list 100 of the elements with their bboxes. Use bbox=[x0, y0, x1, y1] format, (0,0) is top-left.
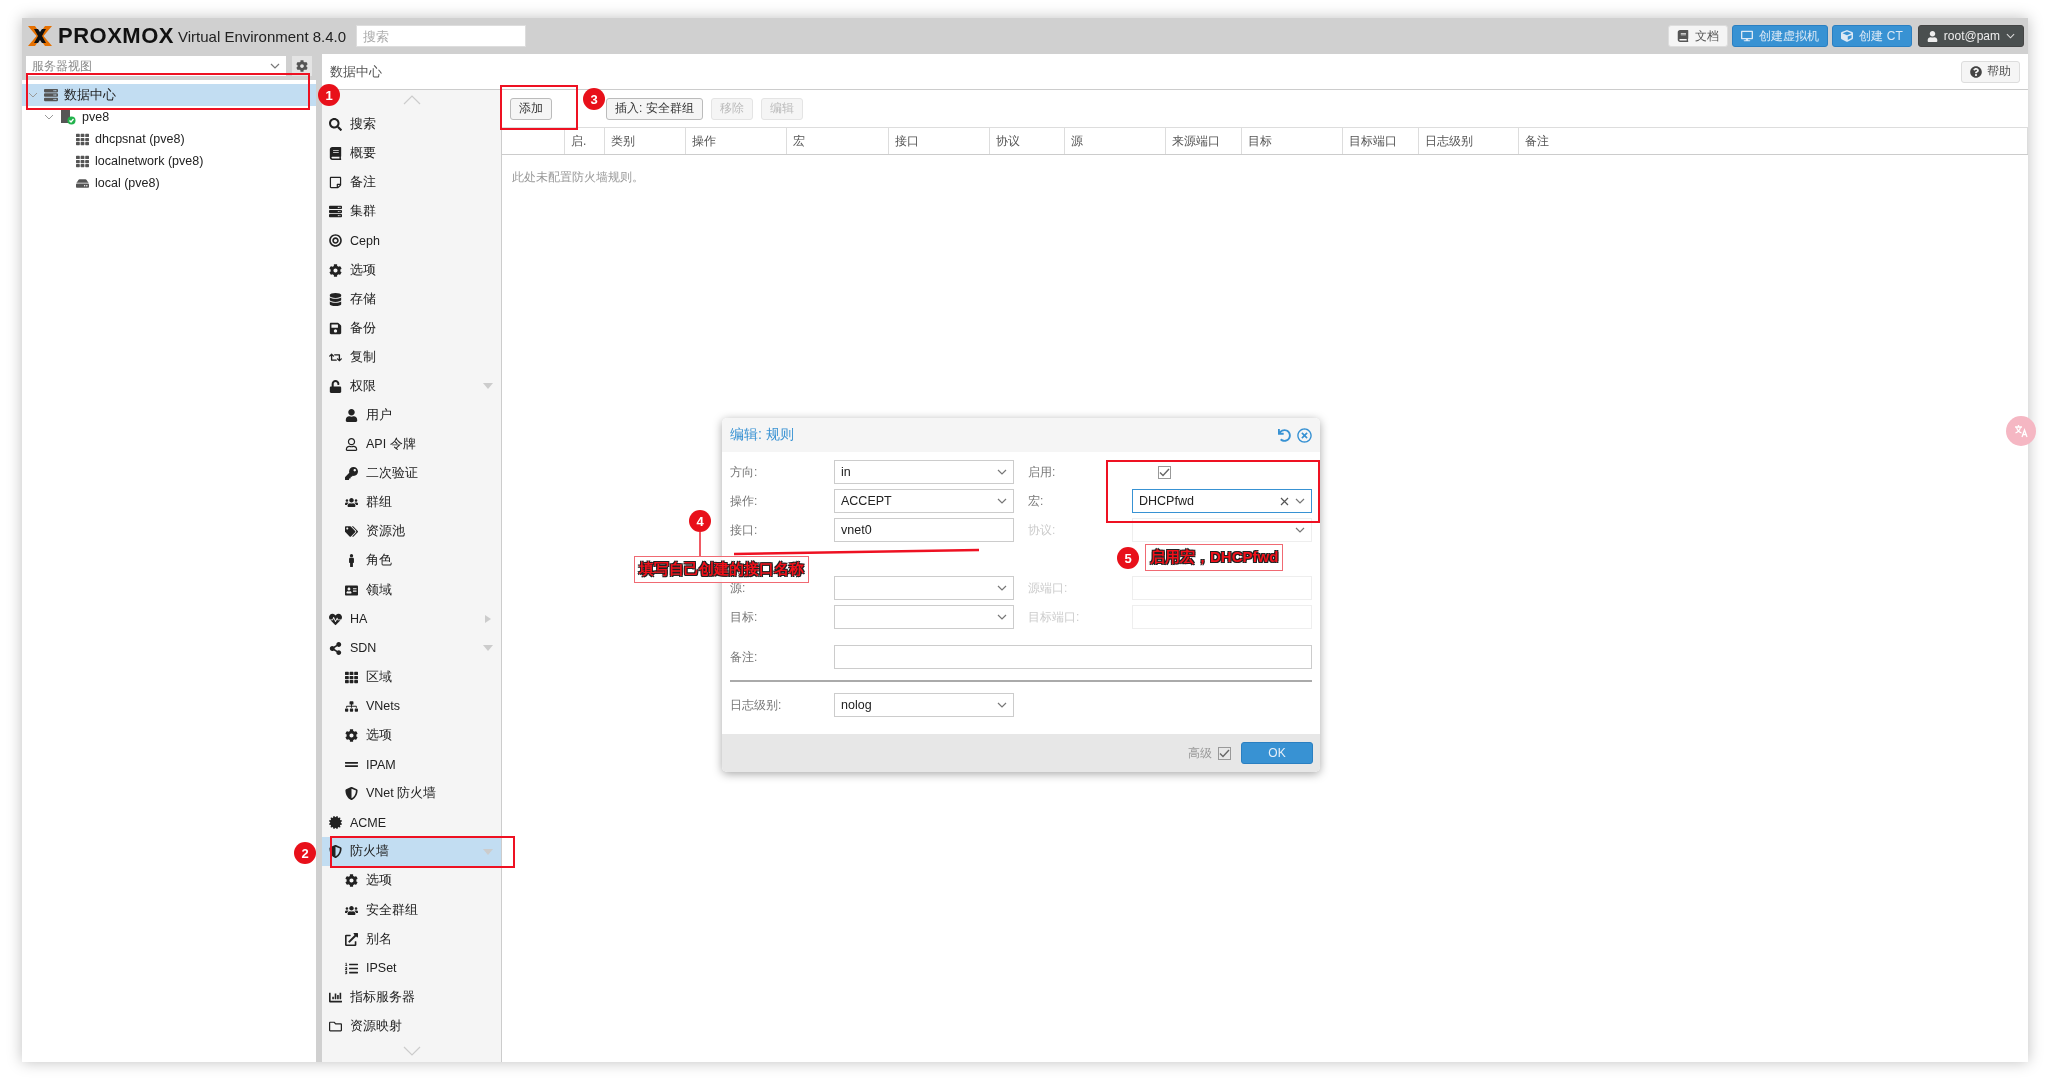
expander-icon[interactable] bbox=[483, 847, 493, 856]
menu-item[interactable]: 指标服务器 bbox=[322, 982, 501, 1012]
header-button[interactable]: root@pam bbox=[1917, 25, 2024, 47]
header-button[interactable]: 文档 bbox=[1668, 25, 1729, 47]
tree-item[interactable]: localnetwork (pve8) bbox=[22, 150, 316, 172]
bar-chart-icon bbox=[329, 990, 342, 1004]
combo-field[interactable]: ACCEPT bbox=[834, 489, 1014, 513]
menu-item[interactable]: SDN bbox=[322, 633, 501, 663]
column-header[interactable]: 来源端口 bbox=[1166, 128, 1242, 154]
column-header[interactable]: 操作 bbox=[686, 128, 787, 154]
text-field[interactable]: vnet0 bbox=[834, 518, 1014, 542]
help-button[interactable]: 帮助 bbox=[1961, 60, 2020, 83]
tree-item[interactable]: local (pve8) bbox=[22, 172, 316, 194]
menu-item[interactable]: 选项 bbox=[322, 255, 501, 285]
menu-item[interactable]: 群组 bbox=[322, 488, 501, 518]
close-icon[interactable] bbox=[1297, 427, 1312, 443]
menu-item[interactable]: API 令牌 bbox=[322, 430, 501, 460]
reset-icon[interactable] bbox=[1278, 428, 1291, 442]
tree-label: localnetwork (pve8) bbox=[95, 154, 204, 168]
menu-item[interactable]: 选项 bbox=[322, 866, 501, 896]
caret-icon[interactable] bbox=[28, 90, 38, 100]
clear-icon[interactable] bbox=[1280, 496, 1289, 506]
user-outline-icon bbox=[345, 438, 358, 452]
scroll-up-icon[interactable] bbox=[401, 94, 422, 106]
menu-item[interactable]: 防火墙 bbox=[322, 837, 501, 867]
note-icon bbox=[329, 176, 342, 190]
menu-item[interactable]: 备份 bbox=[322, 313, 501, 343]
menu-item[interactable]: 搜索 bbox=[322, 110, 501, 140]
menu-item[interactable]: IPSet bbox=[322, 953, 501, 983]
combo-field[interactable] bbox=[834, 605, 1014, 629]
tree-item[interactable]: dhcpsnat (pve8) bbox=[22, 128, 316, 150]
logo-icon bbox=[26, 25, 54, 47]
menu-item[interactable]: 复制 bbox=[322, 342, 501, 372]
menu-item[interactable]: 区域 bbox=[322, 662, 501, 692]
search-field[interactable]: 搜索 bbox=[356, 25, 527, 47]
toolbar-button[interactable]: 添加 bbox=[510, 97, 552, 120]
text-field[interactable] bbox=[834, 645, 1312, 669]
menu-item[interactable]: Ceph bbox=[322, 226, 501, 256]
menu-item[interactable]: 角色 bbox=[322, 546, 501, 576]
view-select[interactable]: 服务器视图 bbox=[26, 56, 286, 76]
shield-icon bbox=[329, 845, 342, 859]
expander-icon[interactable] bbox=[483, 615, 493, 624]
combo-field[interactable] bbox=[834, 576, 1014, 600]
menu-item[interactable]: ACME bbox=[322, 808, 501, 838]
user-icon bbox=[1926, 30, 1938, 42]
menu-item[interactable]: 二次验证 bbox=[322, 459, 501, 489]
column-header[interactable]: 目标 bbox=[1242, 128, 1343, 154]
search-icon bbox=[329, 118, 342, 132]
menu-item[interactable]: IPAM bbox=[322, 750, 501, 780]
menu-item[interactable]: 资源池 bbox=[322, 517, 501, 547]
expander-icon[interactable] bbox=[483, 644, 493, 653]
chevron-down-icon bbox=[997, 614, 1007, 620]
column-header[interactable]: 协议 bbox=[990, 128, 1065, 154]
field-label: 启用: bbox=[1028, 463, 1057, 481]
menu-item[interactable]: 概要 bbox=[322, 139, 501, 169]
gear-icon bbox=[345, 729, 358, 742]
caret-icon[interactable] bbox=[44, 112, 54, 122]
expander-icon[interactable] bbox=[483, 382, 493, 391]
floppy-icon bbox=[329, 321, 342, 335]
combo-field[interactable]: DHCPfwd bbox=[1132, 489, 1312, 513]
column-header[interactable]: 目标端口 bbox=[1343, 128, 1419, 154]
menu-item[interactable]: 安全群组 bbox=[322, 895, 501, 925]
combo-field[interactable]: nolog bbox=[834, 693, 1014, 717]
step-badge: 4 bbox=[689, 510, 711, 532]
menu-item[interactable]: 资源映射 bbox=[322, 1011, 501, 1041]
tree-label: local (pve8) bbox=[95, 176, 160, 190]
menu-item[interactable]: 权限 bbox=[322, 371, 501, 401]
tree-item[interactable]: 数据中心 bbox=[22, 84, 316, 106]
column-header[interactable]: 宏 bbox=[787, 128, 889, 154]
menu-item[interactable]: VNets bbox=[322, 691, 501, 721]
settings-button[interactable] bbox=[292, 56, 312, 76]
column-header[interactable]: 备注 bbox=[1519, 128, 2028, 154]
field-label: 目标: bbox=[730, 608, 759, 626]
menu-item[interactable]: 选项 bbox=[322, 720, 501, 751]
menu-item[interactable]: 用户 bbox=[322, 400, 501, 431]
column-header[interactable]: 启. bbox=[565, 128, 605, 154]
translate-button[interactable] bbox=[2006, 416, 2036, 446]
column-header[interactable]: 接口 bbox=[889, 128, 990, 154]
checkbox[interactable] bbox=[1158, 465, 1171, 479]
scroll-down-icon[interactable] bbox=[401, 1045, 422, 1057]
combo-field[interactable]: in bbox=[834, 460, 1014, 484]
menu-item[interactable]: HA bbox=[322, 604, 501, 634]
menu-item[interactable]: VNet 防火墙 bbox=[322, 779, 501, 809]
menu-item[interactable]: 备注 bbox=[322, 168, 501, 198]
column-header[interactable]: 日志级别 bbox=[1419, 128, 1519, 154]
column-header[interactable]: 类别 bbox=[605, 128, 686, 154]
menu-item[interactable]: 存储 bbox=[322, 284, 501, 314]
menu-item[interactable]: 领域 bbox=[322, 575, 501, 605]
advanced-checkbox[interactable] bbox=[1218, 746, 1231, 760]
tree-item[interactable]: pve8 bbox=[22, 106, 316, 128]
chevron-down-icon bbox=[2006, 33, 2015, 39]
menu-item[interactable]: 集群 bbox=[322, 197, 501, 227]
server-icon bbox=[329, 205, 342, 219]
chevron-down-icon bbox=[997, 498, 1007, 504]
menu-item[interactable]: 别名 bbox=[322, 924, 501, 954]
toolbar-button[interactable]: 插入: 安全群组 bbox=[606, 97, 703, 120]
callout-note: 启用宏，DHCPfwd bbox=[1145, 544, 1284, 571]
tree-label: pve8 bbox=[82, 110, 110, 124]
field-label: 备注: bbox=[730, 648, 759, 666]
column-header[interactable]: 源 bbox=[1065, 128, 1166, 154]
